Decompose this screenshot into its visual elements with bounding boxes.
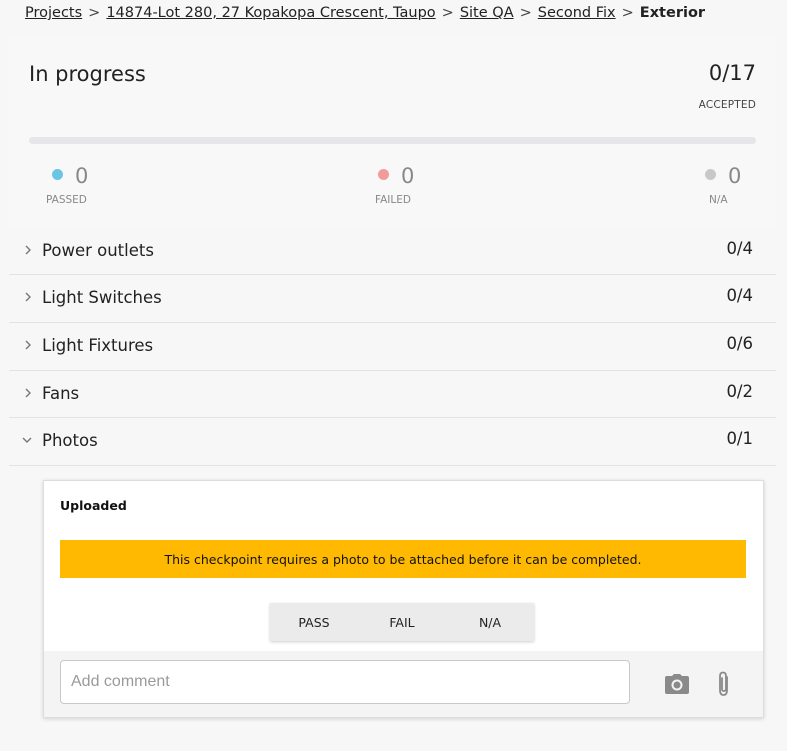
section-photos[interactable]: Photos 0/1 [9, 418, 776, 466]
pass-button[interactable]: PASS [270, 603, 358, 641]
section-count: 0/4 [726, 239, 753, 258]
chevron-right-icon [25, 388, 31, 398]
progress-bar [29, 137, 756, 144]
na-label: N/A [709, 194, 728, 206]
failed-label: FAILED [375, 194, 411, 206]
na-button[interactable]: N/A [446, 603, 534, 641]
paperclip-icon[interactable] [716, 670, 732, 698]
section-count: 0/6 [726, 334, 753, 353]
passed-dot-icon [52, 169, 63, 180]
breadcrumb-second-fix-link[interactable]: Second Fix [538, 5, 616, 21]
section-list: Power outlets 0/4 Light Switches 0/4 Lig… [9, 228, 776, 466]
fail-button[interactable]: FAIL [358, 603, 446, 641]
section-name: Power outlets [42, 241, 154, 260]
section-count: 0/4 [726, 286, 753, 305]
breadcrumb-separator: > [441, 5, 454, 21]
section-count: 0/2 [726, 382, 753, 401]
photo-required-warning: This checkpoint requires a photo to be a… [60, 540, 746, 578]
chevron-right-icon [25, 292, 31, 302]
breadcrumb-site-qa-link[interactable]: Site QA [460, 5, 514, 21]
chevron-right-icon [25, 340, 31, 350]
breadcrumb-projects-link[interactable]: Projects [25, 5, 82, 21]
breadcrumb-separator: > [88, 5, 101, 21]
section-name: Fans [42, 384, 80, 403]
section-name: Light Switches [42, 288, 162, 307]
section-name: Photos [42, 431, 98, 450]
section-count: 0/1 [726, 429, 753, 448]
chevron-down-icon [22, 437, 32, 443]
accepted-label: ACCEPTED [698, 99, 756, 111]
passed-count: 0 [75, 164, 89, 188]
passed-label: PASSED [46, 194, 87, 206]
checkpoint-card: Uploaded This checkpoint requires a phot… [43, 480, 764, 718]
na-dot-icon [705, 169, 716, 180]
failed-count: 0 [401, 164, 415, 188]
section-power-outlets[interactable]: Power outlets 0/4 [9, 228, 776, 275]
progress-summary: In progress 0/17 ACCEPTED 0 PASSED 0 FAI… [9, 37, 776, 226]
camera-icon[interactable] [664, 673, 690, 695]
breadcrumb-separator: > [621, 5, 634, 21]
section-name: Light Fixtures [42, 336, 154, 355]
breadcrumb: Projects >14874-Lot 280, 27 Kopakopa Cres… [25, 4, 705, 22]
checkpoint-status: Uploaded [60, 498, 127, 513]
chevron-right-icon [25, 245, 31, 255]
status-title: In progress [29, 62, 146, 86]
failed-dot-icon [378, 169, 389, 180]
section-fans[interactable]: Fans 0/2 [9, 371, 776, 418]
comment-bar [44, 651, 763, 717]
na-count: 0 [728, 164, 742, 188]
breadcrumb-current: Exterior [639, 5, 706, 21]
comment-input[interactable] [60, 660, 630, 704]
accepted-count: 0/17 [708, 61, 756, 85]
breadcrumb-separator: > [519, 5, 532, 21]
breadcrumb-project-link[interactable]: 14874-Lot 280, 27 Kopakopa Crescent, Tau… [106, 5, 435, 21]
section-light-fixtures[interactable]: Light Fixtures 0/6 [9, 323, 776, 371]
result-button-group: PASS FAIL N/A [270, 603, 534, 641]
section-light-switches[interactable]: Light Switches 0/4 [9, 275, 776, 323]
